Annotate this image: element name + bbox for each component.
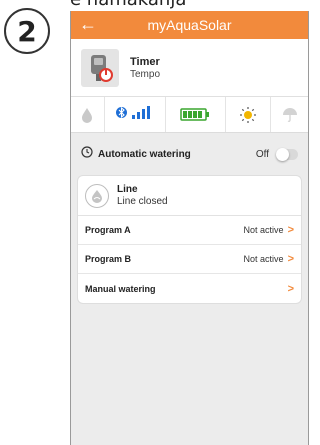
automatic-watering-label: Automatic watering [98, 148, 191, 160]
battery-icon [166, 97, 226, 132]
phone-screen: ← myAquaSolar Timer Tempo Automatic wate… [70, 11, 309, 445]
chevron-right-icon: > [287, 282, 294, 295]
bluetooth-icon [115, 105, 127, 125]
program-a-row[interactable]: Program A Not active > [78, 216, 301, 245]
bluetooth-signal-group [105, 97, 167, 132]
program-b-status: Not active [243, 254, 284, 264]
program-b-label: Program B [85, 254, 132, 264]
line-card: Line Line closed Program A Not active > … [77, 175, 302, 304]
program-a-status: Not active [243, 225, 284, 235]
umbrella-icon [271, 97, 308, 132]
signal-bars-icon [131, 105, 154, 124]
automatic-watering-row: Automatic watering Off [71, 141, 308, 167]
line-header[interactable]: Line Line closed [78, 176, 301, 216]
drop-icon [71, 97, 105, 132]
water-drop-icon [85, 183, 109, 208]
app-bar: ← myAquaSolar [71, 11, 308, 39]
step-number-badge: 2 [4, 8, 50, 54]
app-title: myAquaSolar [147, 17, 232, 33]
line-status: Line closed [117, 196, 168, 207]
program-b-row[interactable]: Program B Not active > [78, 245, 301, 274]
timer-device-icon [81, 48, 119, 87]
clock-icon [81, 145, 93, 163]
line-title: Line [117, 184, 138, 195]
program-a-label: Program A [85, 225, 131, 235]
toggle-knob [276, 147, 289, 161]
back-arrow-icon[interactable]: ← [79, 14, 97, 34]
automatic-watering-state: Off [255, 148, 269, 160]
device-card[interactable]: Timer Tempo [71, 39, 308, 97]
manual-watering-label: Manual watering [85, 283, 156, 294]
device-model: Tempo [130, 68, 161, 80]
automatic-watering-toggle[interactable] [276, 147, 298, 161]
device-name: Timer [130, 55, 160, 68]
chevron-right-icon: > [287, 224, 294, 236]
manual-watering-row[interactable]: Manual watering > [78, 274, 301, 303]
chevron-right-icon: > [287, 253, 294, 265]
caption-text: e namakanja [70, 0, 186, 10]
sun-icon [226, 97, 272, 132]
status-strip [71, 97, 308, 133]
